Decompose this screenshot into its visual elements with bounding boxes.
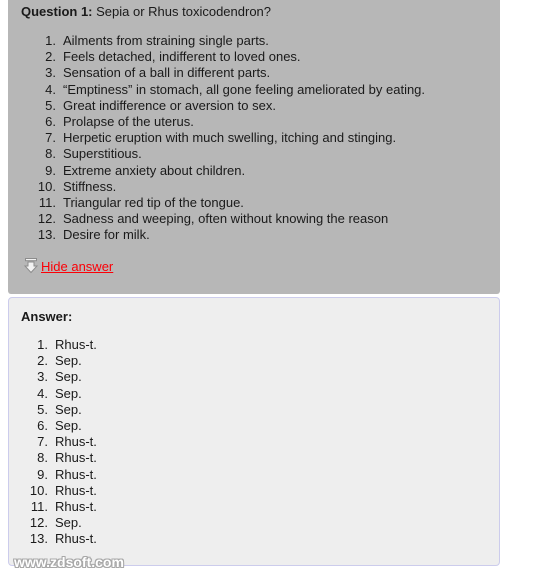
list-item-label: Triangular red tip of the tongue.	[63, 195, 244, 211]
list-item-label: Rhus-t.	[55, 466, 97, 482]
answer-remedy-list: 1. Rhus-t. 2. Sep. 3. Sep. 4. Sep. 5. Sep. 6.…	[25, 337, 97, 548]
question-number-label: Question 1:	[21, 4, 93, 19]
list-item-label: Feels detached, indifferent to loved one…	[63, 49, 301, 65]
list-item-label: Sep.	[55, 418, 82, 434]
list-item-number: 1.	[37, 337, 48, 352]
hide-answer-link[interactable]: Hide answer	[41, 259, 113, 275]
list-item-number: 11.	[30, 499, 48, 515]
list-item: 11. Rhus-t.	[25, 499, 97, 515]
list-item-label: Rhus-t.	[55, 531, 97, 547]
list-item-label: Rhus-t.	[55, 499, 97, 515]
list-item-number: 9.	[37, 466, 48, 482]
list-item-number: 2.	[37, 353, 48, 369]
list-item-label: “Emptiness” in stomach, all gone feeling…	[63, 81, 426, 97]
list-item-number: 6.	[37, 418, 48, 434]
list-item-number: 6.	[45, 114, 56, 130]
watermark: www.zdsoft.com	[14, 554, 124, 570]
list-item-label: Herpetic eruption with much swelling, it…	[63, 130, 397, 146]
answer-heading: Answer:	[21, 309, 73, 324]
arrow-down-icon	[23, 258, 39, 274]
question-panel: Question 1: Sepia or Rhus toxicodendron?…	[8, 0, 500, 294]
list-item-number: 10.	[37, 178, 56, 194]
list-item: 12. Sep.	[25, 515, 97, 531]
list-item: 13. Rhus-t.	[25, 531, 97, 547]
list-item-label: Sep.	[55, 401, 82, 417]
list-item-number: 2.	[45, 49, 56, 65]
list-item-number: 13.	[29, 531, 48, 547]
list-item-number: 5.	[45, 97, 56, 113]
list-item-number: 4.	[45, 81, 56, 97]
list-item: 1. Ailments from straining single parts.	[33, 33, 425, 49]
list-item: 4. Sep.	[25, 386, 97, 402]
hide-answer-toggle[interactable]: Hide answer	[22, 256, 113, 276]
list-item-number: 13.	[37, 227, 56, 243]
list-item-number: 3.	[45, 65, 56, 81]
question-heading: Question 1: Sepia or Rhus toxicodendron?	[21, 3, 271, 20]
list-item-label: Stiffness.	[63, 178, 117, 194]
list-item: 2. Feels detached, indifferent to loved o…	[33, 49, 425, 65]
question-text: Sepia or Rhus toxicodendron?	[92, 4, 272, 19]
list-item-number: 7.	[37, 434, 48, 450]
list-item: 11. Triangular red tip of the tongue.	[33, 195, 425, 211]
list-item: 7. Herpetic eruption with much swelling, …	[33, 130, 425, 146]
list-item: 5. Sep.	[25, 402, 97, 418]
list-item-label: Rhus-t.	[55, 434, 97, 450]
list-item: 1. Rhus-t.	[25, 337, 97, 353]
list-item: 8. Rhus-t.	[25, 450, 97, 466]
list-item-label: Ailments from straining single parts.	[63, 33, 269, 48]
list-item-label: Extreme anxiety about children.	[63, 162, 246, 178]
list-item-label: Prolapse of the uterus.	[63, 114, 194, 130]
list-item: 7. Rhus-t.	[25, 434, 97, 450]
list-item: 13. Desire for milk.	[33, 227, 425, 243]
list-item-label: Great indifference or aversion to sex.	[63, 97, 276, 113]
list-item-number: 1.	[45, 33, 56, 48]
list-item-label: Sep.	[55, 353, 82, 369]
list-item: 8. Superstitious.	[33, 146, 425, 162]
list-item: 10. Stiffness.	[33, 179, 425, 195]
question-symptom-list: 1. Ailments from straining single parts. …	[33, 33, 425, 244]
list-item: 9. Extreme anxiety about children.	[33, 163, 425, 179]
list-item-label: Rhus-t.	[55, 337, 97, 352]
list-item-number: 11.	[38, 195, 56, 211]
list-item: 9. Rhus-t.	[25, 467, 97, 483]
list-item-label: Superstitious.	[63, 146, 142, 162]
answer-panel: Answer: 1. Rhus-t. 2. Sep. 3. Sep. 4. Sep. 5…	[8, 297, 500, 566]
list-item-number: 8.	[45, 146, 56, 162]
list-item-number: 9.	[45, 162, 56, 178]
list-item: 12. Sadness and weeping, often without kn…	[33, 211, 425, 227]
list-item: 3. Sep.	[25, 369, 97, 385]
list-item-label: Sep.	[55, 385, 82, 401]
list-item-label: Sensation of a ball in different parts.	[63, 65, 271, 81]
list-item-number: 12.	[29, 515, 48, 531]
list-item: 5. Great indifference or aversion to sex.	[33, 98, 425, 114]
list-item-number: 10.	[29, 482, 48, 498]
list-item-label: Rhus-t.	[55, 482, 97, 498]
list-item-number: 7.	[45, 130, 56, 146]
list-item: 3. Sensation of a ball in different parts…	[33, 65, 425, 81]
list-item-label: Rhus-t.	[55, 450, 97, 466]
list-item-number: 5.	[37, 401, 48, 417]
list-item: 2. Sep.	[25, 353, 97, 369]
list-item-label: Sadness and weeping, often without knowi…	[63, 211, 389, 227]
list-item-label: Sep.	[55, 515, 82, 531]
list-item-number: 4.	[37, 385, 48, 401]
list-item: 6. Prolapse of the uterus.	[33, 114, 425, 130]
list-item: 10. Rhus-t.	[25, 483, 97, 499]
list-item-number: 3.	[37, 369, 48, 385]
list-item: 4. “Emptiness” in stomach, all gone feeli…	[33, 82, 425, 98]
list-item-number: 12.	[37, 211, 56, 227]
list-item-label: Desire for milk.	[63, 227, 150, 243]
list-item: 6. Sep.	[25, 418, 97, 434]
list-item-label: Sep.	[55, 369, 82, 385]
list-item-number: 8.	[37, 450, 48, 466]
